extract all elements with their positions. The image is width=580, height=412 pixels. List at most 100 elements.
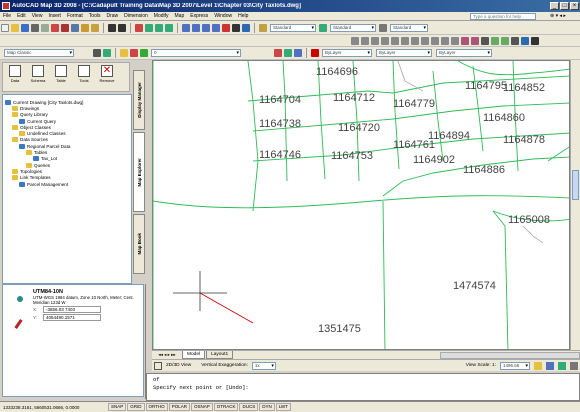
menu-modify[interactable]: Modify	[151, 13, 172, 19]
match-properties-icon[interactable]	[91, 23, 99, 32]
tools-button[interactable]: Tools	[74, 65, 94, 89]
zoom-previous-icon[interactable]	[165, 23, 173, 32]
mode-otrack-toggle[interactable]: OTRACK	[213, 403, 239, 411]
menu-format[interactable]: Format	[64, 13, 86, 19]
mtext-icon[interactable]	[531, 36, 539, 45]
drawing-canvas[interactable]: 1164696 1164704 1164712 1164779 1164795 11648…	[152, 60, 570, 350]
help-search-input[interactable]: Type a question for help	[470, 12, 536, 20]
menu-insert[interactable]: Insert	[45, 13, 64, 19]
mode-grid-toggle[interactable]: GRID	[127, 403, 145, 411]
vertical-exaggeration-combo[interactable]: 1x	[251, 361, 276, 370]
y-coordinate-field[interactable]: 4054490.1571	[43, 314, 101, 321]
mode-snap-toggle[interactable]: SNAP	[108, 403, 127, 411]
polyline-icon[interactable]	[371, 36, 379, 45]
x-coordinate-field[interactable]: -3856.03 7403	[43, 306, 101, 313]
mode-dyn-toggle[interactable]: DYN	[259, 403, 275, 411]
arc-icon[interactable]	[401, 36, 409, 45]
vertical-scrollbar[interactable]	[570, 60, 580, 350]
lineweight-combo[interactable]: ByLayer	[436, 49, 492, 57]
menu-help[interactable]: Help	[235, 13, 251, 19]
publish-icon[interactable]	[51, 23, 59, 32]
insert-block-icon[interactable]	[461, 36, 469, 45]
menu-edit[interactable]: Edit	[14, 13, 29, 19]
zoom-window-icon[interactable]	[155, 23, 163, 32]
make-current-icon[interactable]	[274, 49, 282, 57]
menu-tools[interactable]: Tools	[86, 13, 104, 19]
mode-ortho-toggle[interactable]: ORTHO	[145, 403, 168, 411]
workspace-combo[interactable]: Map Classic	[4, 49, 74, 57]
table-style-combo[interactable]: Standard	[390, 23, 428, 32]
tab-map-book[interactable]: Map Book	[133, 214, 145, 274]
region-icon[interactable]	[511, 36, 519, 45]
mode-lwt-toggle[interactable]: LWT	[275, 403, 291, 411]
close-button[interactable]: ×	[570, 2, 579, 10]
menu-view[interactable]: View	[29, 13, 46, 19]
table-icon[interactable]	[521, 36, 529, 45]
text-style-icon[interactable]	[259, 23, 267, 32]
dim-style-combo[interactable]: Standard	[330, 23, 376, 32]
print-icon[interactable]	[31, 23, 39, 32]
design-center-icon[interactable]	[192, 23, 200, 32]
hatch-icon[interactable]	[491, 36, 499, 45]
dim-style-icon[interactable]	[319, 23, 327, 32]
navigate-icon[interactable]	[558, 361, 566, 370]
menu-draw[interactable]: Draw	[103, 13, 121, 19]
help-arrows-icon[interactable]: ⊕ ▾ ◂ ▸	[536, 13, 580, 19]
menu-file[interactable]: File	[0, 13, 14, 19]
help-icon[interactable]	[242, 23, 250, 32]
parcel-map[interactable]: 11646961164704 1164712 1164779116479511648…	[153, 61, 570, 350]
redo-icon[interactable]	[118, 23, 126, 32]
layer-manager-icon[interactable]	[93, 49, 101, 57]
copy-icon[interactable]	[71, 23, 79, 32]
layer-color-icon[interactable]	[140, 49, 148, 57]
tool-palettes-icon[interactable]	[202, 23, 210, 32]
command-line[interactable]: of Specify next point or [Undo]:	[146, 373, 580, 401]
mode-osnap-toggle[interactable]: OSNAP	[190, 403, 213, 411]
zoom-extents-icon[interactable]	[546, 361, 554, 370]
plot-preview-icon[interactable]	[41, 23, 49, 32]
remove-button[interactable]: ✕ Remove	[97, 65, 117, 89]
gradient-icon[interactable]	[501, 36, 509, 45]
layer-lock-icon[interactable]	[130, 49, 138, 57]
rectangle-icon[interactable]	[391, 36, 399, 45]
new-file-icon[interactable]	[1, 23, 9, 32]
data-button[interactable]: Data	[5, 65, 25, 89]
menu-map[interactable]: Map	[172, 13, 188, 19]
save-icon[interactable]	[21, 23, 29, 32]
pan-icon[interactable]	[135, 23, 143, 32]
cut-icon[interactable]	[61, 23, 69, 32]
line-icon[interactable]	[351, 36, 359, 45]
linetype-combo[interactable]: ByLayer	[376, 49, 432, 57]
markup-icon[interactable]	[222, 23, 230, 32]
settings-icon[interactable]	[570, 361, 578, 370]
tab-map-explorer[interactable]: Map Explorer	[133, 132, 145, 212]
layer-state-icon[interactable]	[103, 49, 111, 57]
construction-line-icon[interactable]	[361, 36, 369, 45]
table-style-icon[interactable]	[379, 23, 387, 32]
scrollbar-thumb[interactable]	[572, 170, 579, 200]
tab-layout1[interactable]: Layout1	[206, 351, 234, 359]
circle-icon[interactable]	[411, 36, 419, 45]
schema-button[interactable]: Schema	[28, 65, 48, 89]
layer-combo[interactable]: 0	[151, 49, 241, 57]
polygon-icon[interactable]	[381, 36, 389, 45]
maximize-button[interactable]: □	[560, 2, 569, 10]
ellipse-arc-icon[interactable]	[451, 36, 459, 45]
revcloud-icon[interactable]	[421, 36, 429, 45]
scale-lock-icon[interactable]	[534, 361, 542, 370]
horizontal-scrollbar[interactable]	[440, 351, 580, 359]
tab-model[interactable]: Model	[182, 351, 206, 359]
make-block-icon[interactable]	[471, 36, 479, 45]
properties-icon[interactable]	[182, 23, 190, 32]
paste-icon[interactable]	[81, 23, 89, 32]
view-2d3d-label[interactable]: 2D/3D View	[166, 363, 191, 368]
minimize-button[interactable]: _	[550, 2, 559, 10]
tab-nav-arrows-icon[interactable]: ◂◂ ◂ ▸ ▸▸	[152, 352, 182, 358]
table-button[interactable]: Table	[51, 65, 71, 89]
grid-icon[interactable]	[154, 361, 162, 370]
undo-icon[interactable]	[108, 23, 116, 32]
text-style-combo[interactable]: Standard	[270, 23, 316, 32]
quickcalc-icon[interactable]	[232, 23, 240, 32]
color-combo[interactable]: ByLayer	[322, 49, 372, 57]
ellipse-icon[interactable]	[441, 36, 449, 45]
